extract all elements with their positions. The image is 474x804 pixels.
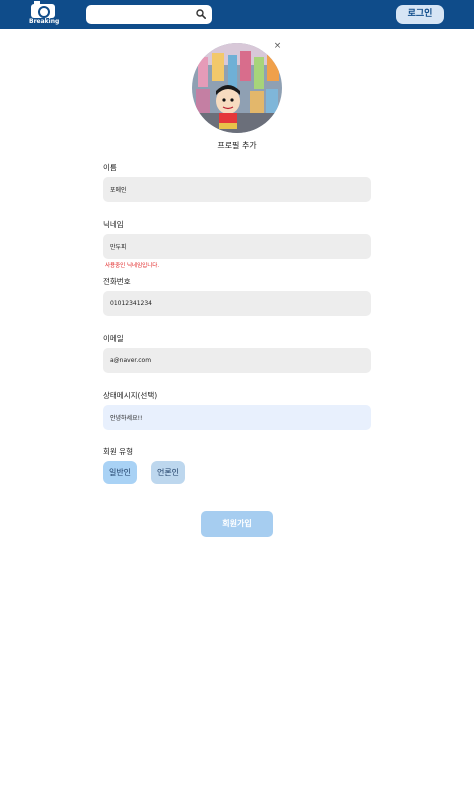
search-icon[interactable] bbox=[196, 9, 206, 19]
profile-photo bbox=[192, 43, 282, 133]
email-field[interactable] bbox=[103, 348, 371, 373]
name-field[interactable] bbox=[103, 177, 371, 202]
login-button[interactable]: 로그인 bbox=[396, 5, 444, 24]
logo-text: Breaking bbox=[29, 18, 60, 25]
name-label: 이름 bbox=[103, 163, 117, 172]
email-label: 이메일 bbox=[103, 334, 124, 343]
status-message-field[interactable] bbox=[103, 405, 371, 430]
search-bar[interactable] bbox=[86, 5, 212, 24]
phone-input[interactable] bbox=[110, 291, 360, 316]
status-message-input[interactable] bbox=[110, 405, 360, 430]
app-logo[interactable]: Breaking bbox=[29, 1, 60, 26]
email-input[interactable] bbox=[110, 348, 360, 373]
signup-submit-button[interactable]: 회원가입 bbox=[201, 511, 273, 537]
profile-image[interactable] bbox=[192, 43, 282, 133]
nickname-input[interactable] bbox=[110, 234, 360, 259]
remove-photo-close-icon[interactable]: × bbox=[273, 42, 282, 51]
nickname-label: 닉네임 bbox=[103, 220, 124, 229]
phone-label: 전화번호 bbox=[103, 277, 131, 286]
member-type-general-button[interactable]: 일반인 bbox=[103, 461, 137, 484]
camera-icon bbox=[31, 1, 55, 18]
member-type-label: 회원 유형 bbox=[103, 447, 133, 456]
nickname-field[interactable] bbox=[103, 234, 371, 259]
phone-field[interactable] bbox=[103, 291, 371, 316]
nickname-error-message: 사용중인 닉네임입니다. bbox=[105, 263, 160, 269]
top-nav-bar: Breaking 로그인 bbox=[0, 0, 474, 29]
add-profile-label[interactable]: 프로필 추가 bbox=[187, 140, 287, 151]
member-type-press-button[interactable]: 언론인 bbox=[151, 461, 185, 484]
search-input[interactable] bbox=[92, 7, 192, 22]
status-message-label: 상태메시지(선택) bbox=[103, 391, 158, 400]
name-input[interactable] bbox=[110, 177, 360, 202]
